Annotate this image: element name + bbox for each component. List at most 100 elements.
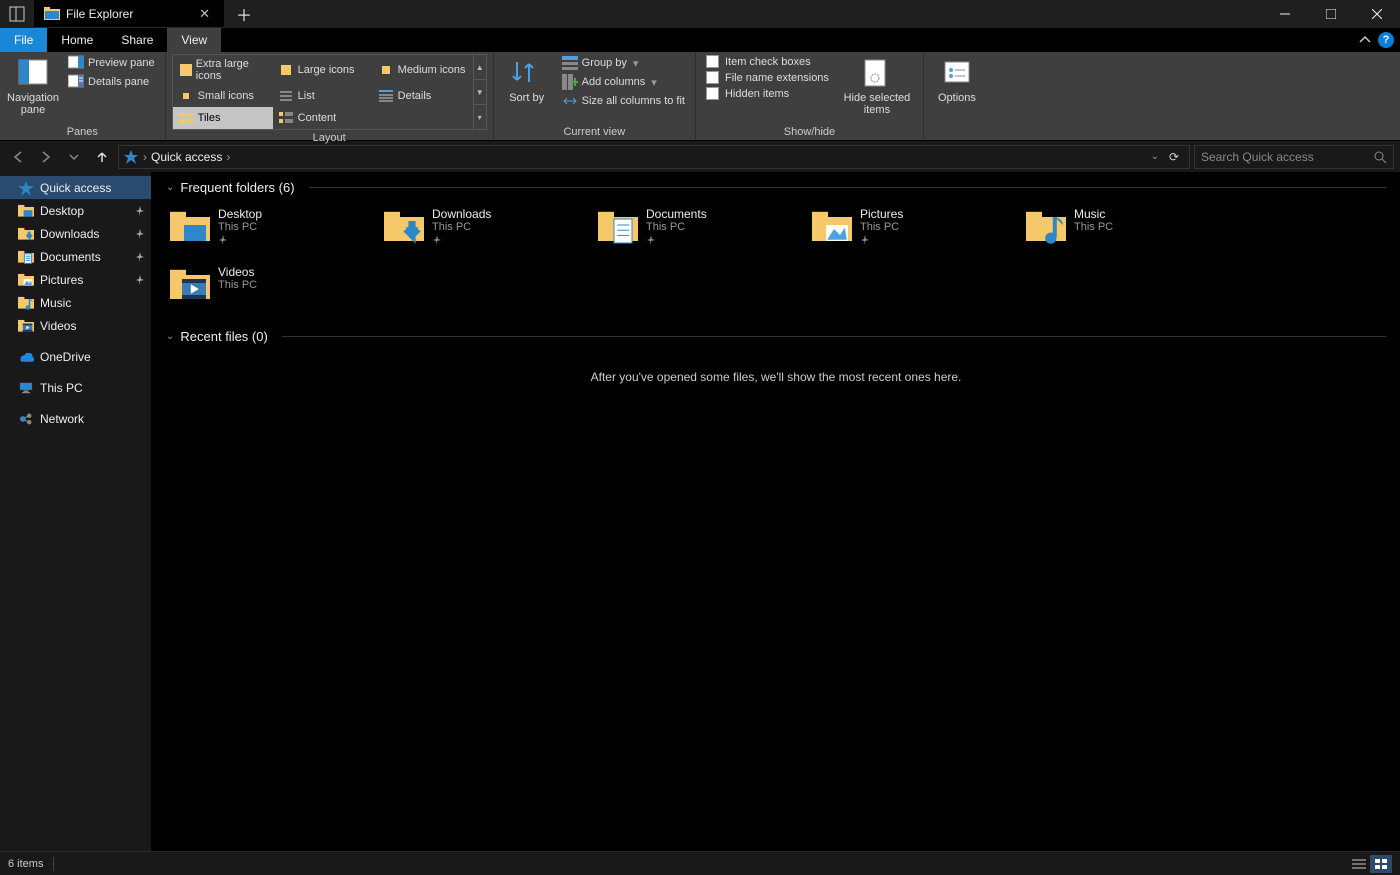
tree-item-music[interactable]: Music	[0, 291, 151, 314]
group-by-button[interactable]: Group by▾	[558, 54, 689, 72]
content-pane: ⌄ Frequent folders (6) Desktop This PC D…	[152, 172, 1400, 851]
tree-item-label: Network	[40, 412, 84, 426]
tree-item-label: Music	[40, 296, 71, 310]
menu-share[interactable]: Share	[107, 28, 167, 52]
tab-file-explorer[interactable]: File Explorer ✕	[34, 0, 224, 28]
forward-button[interactable]	[34, 145, 58, 169]
section-header[interactable]: ⌄ Frequent folders (6)	[166, 180, 1386, 195]
downloads-icon	[18, 226, 34, 242]
layout-option-small-icons[interactable]: Small icons	[173, 85, 273, 107]
minimize-button[interactable]	[1262, 0, 1308, 28]
layout-option-medium-icons[interactable]: Medium icons	[373, 55, 473, 85]
layout-icon	[178, 110, 194, 126]
section-frequent-folders: ⌄ Frequent folders (6) Desktop This PC D…	[166, 180, 1386, 317]
navigation-pane-button[interactable]: Navigation pane	[6, 54, 60, 118]
back-button[interactable]	[6, 145, 30, 169]
search-box[interactable]: Search Quick access	[1194, 145, 1394, 169]
menu-home[interactable]: Home	[47, 28, 107, 52]
add-columns-button[interactable]: Add columns▾	[558, 73, 689, 91]
section-recent-files: ⌄ Recent files (0) After you've opened s…	[166, 329, 1386, 402]
layout-option-large-icons[interactable]: Large icons	[273, 55, 373, 85]
music-icon	[1026, 207, 1066, 247]
documents-icon	[18, 249, 34, 265]
new-tab-button[interactable]: ＋	[224, 0, 264, 28]
navigation-bar: › Quick access › ⌄ ⟳ Search Quick access	[0, 140, 1400, 172]
view-details-button[interactable]	[1348, 855, 1370, 873]
desktop-icon	[18, 203, 34, 219]
tile-name: Desktop	[218, 207, 262, 221]
preview-pane-icon	[68, 55, 84, 71]
tile-documents[interactable]: Documents This PC	[594, 203, 806, 259]
layout-option-tiles[interactable]: Tiles	[173, 107, 273, 129]
tile-pictures[interactable]: Pictures This PC	[808, 203, 1020, 259]
tile-desktop[interactable]: Desktop This PC	[166, 203, 378, 259]
item-check-boxes-toggle[interactable]: Item check boxes	[702, 54, 833, 69]
menu-file[interactable]: File	[0, 28, 47, 52]
options-button[interactable]: Options	[930, 54, 984, 106]
tile-downloads[interactable]: Downloads This PC	[380, 203, 592, 259]
layout-option-details[interactable]: Details	[373, 85, 473, 107]
main-area: Quick accessDesktopDownloadsDocumentsPic…	[0, 172, 1400, 851]
pin-icon	[135, 275, 145, 285]
tree-item-this-pc[interactable]: This PC	[0, 376, 151, 399]
tree-item-label: This PC	[40, 381, 83, 395]
preview-pane-button[interactable]: Preview pane	[64, 54, 159, 72]
maximize-button[interactable]	[1308, 0, 1354, 28]
folder-icon	[44, 6, 60, 22]
up-button[interactable]	[90, 145, 114, 169]
tile-name: Downloads	[432, 207, 491, 221]
tree-item-onedrive[interactable]: OneDrive	[0, 345, 151, 368]
ribbon-group-show-hide: Item check boxes File name extensions Hi…	[696, 52, 924, 140]
add-columns-icon	[562, 74, 578, 90]
sets-task-icon[interactable]	[0, 0, 34, 28]
tile-location: This PC	[1074, 221, 1113, 233]
hide-selected-items-button[interactable]: Hide selected items	[837, 54, 917, 118]
sort-by-button[interactable]: Sort by	[500, 54, 554, 106]
breadcrumb-segment[interactable]: Quick access	[151, 150, 222, 164]
network-icon	[18, 411, 34, 427]
help-button[interactable]: ?	[1378, 32, 1394, 48]
downloads-icon	[384, 207, 424, 247]
close-button[interactable]	[1354, 0, 1400, 28]
section-header[interactable]: ⌄ Recent files (0)	[166, 329, 1386, 344]
layout-option-list[interactable]: List	[273, 85, 373, 107]
view-large-icons-button[interactable]	[1370, 855, 1392, 873]
tree-item-videos[interactable]: Videos	[0, 314, 151, 337]
tree-item-desktop[interactable]: Desktop	[0, 199, 151, 222]
tree-item-downloads[interactable]: Downloads	[0, 222, 151, 245]
hide-icon	[861, 58, 893, 90]
layout-option-content[interactable]: Content	[273, 107, 373, 129]
tree-item-network[interactable]: Network	[0, 407, 151, 430]
file-name-extensions-toggle[interactable]: File name extensions	[702, 70, 833, 85]
navigation-tree: Quick access Desktop Downloads DocumentsPic…	[0, 172, 152, 851]
fit-columns-icon	[562, 93, 578, 109]
refresh-button[interactable]: ⟳	[1163, 150, 1185, 164]
details-pane-button[interactable]: Details pane	[64, 73, 159, 91]
tile-music[interactable]: Music This PC	[1022, 203, 1234, 259]
tab-close-button[interactable]: ✕	[195, 6, 214, 22]
chevron-down-icon: ⌄	[166, 182, 174, 193]
tree-item-label: Downloads	[40, 227, 99, 241]
tree-item-pictures[interactable]: Pictures	[0, 268, 151, 291]
menu-view[interactable]: View	[167, 28, 221, 52]
layout-scroll[interactable]: ▲▼▾	[474, 54, 487, 130]
recent-locations-button[interactable]	[62, 145, 86, 169]
search-placeholder: Search Quick access	[1201, 150, 1367, 164]
menu-bar: File Home Share View ?	[0, 28, 1400, 52]
tree-item-label: Desktop	[40, 204, 84, 218]
tree-item-label: Videos	[40, 319, 76, 333]
tile-name: Pictures	[860, 207, 903, 221]
checkbox-icon	[706, 55, 719, 68]
tree-item-documents[interactable]: Documents	[0, 245, 151, 268]
collapse-ribbon-icon[interactable]	[1358, 33, 1372, 47]
hidden-items-toggle[interactable]: Hidden items	[702, 86, 833, 101]
address-history-dropdown[interactable]: ⌄	[1151, 151, 1159, 162]
size-all-columns-button[interactable]: Size all columns to fit	[558, 92, 689, 110]
layout-option-extra-large-icons[interactable]: Extra large icons	[173, 55, 273, 85]
tile-videos[interactable]: Videos This PC	[166, 261, 378, 317]
tile-location: This PC	[646, 221, 707, 233]
layout-icon	[278, 110, 294, 126]
tree-item-quick-access[interactable]: Quick access	[0, 176, 151, 199]
address-bar[interactable]: › Quick access › ⌄ ⟳	[118, 145, 1190, 169]
layout-gallery[interactable]: Extra large iconsLarge iconsMedium icons…	[172, 54, 474, 130]
